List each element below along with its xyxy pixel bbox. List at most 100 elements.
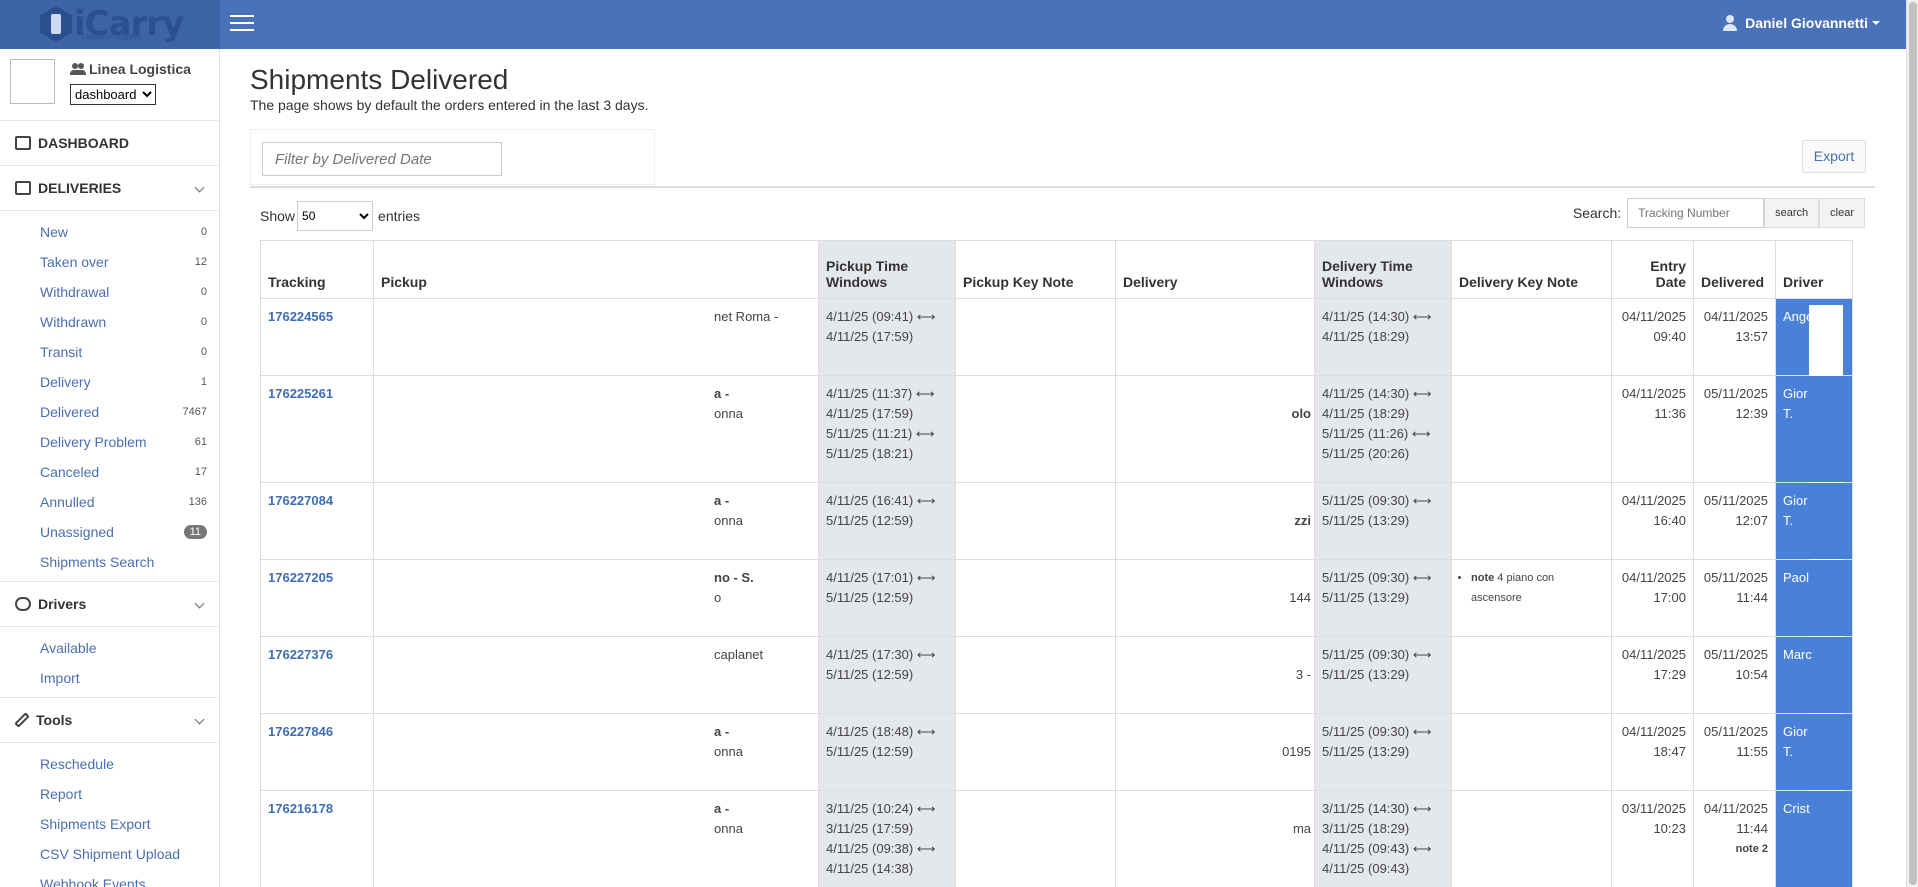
delivery-cell: zzi	[1115, 482, 1315, 560]
table-header-row: Tracking Pickup Pickup Time Windows Pick…	[260, 240, 1853, 299]
col-delivery-time-windows[interactable]: Delivery Time Windows	[1314, 240, 1452, 299]
col-pickup[interactable]: Pickup	[373, 240, 819, 299]
col-driver[interactable]: Driver	[1775, 240, 1853, 299]
table-row[interactable]: 176225261 a - onna 4/11/25 (11:37) ⟷ 4/11…	[260, 375, 1853, 483]
nav-dashboard-label: DASHBOARD	[38, 135, 129, 151]
time-line: 5/11/25 (12:59)	[826, 667, 914, 682]
tracking-cell: 176227846	[260, 713, 374, 791]
sidebar-item-delivery[interactable]: Delivery 1	[0, 367, 219, 397]
table-row[interactable]: 176227376 caplanet 4/11/25 (17:30) ⟷ 5/11…	[260, 636, 1853, 714]
sidebar-item-taken-over[interactable]: Taken over 12	[0, 247, 219, 277]
tracking-link[interactable]: 176227846	[268, 724, 333, 739]
sidebar-item-new[interactable]: New 0	[0, 217, 219, 247]
dashboard-select[interactable]: dashboard	[70, 84, 156, 105]
nav-tools-label: Tools	[36, 712, 73, 728]
sidebar-item-withdrawn[interactable]: Withdrawn 0	[0, 307, 219, 337]
user-menu[interactable]: Daniel Giovannetti	[1723, 15, 1880, 31]
sidebar-item-unassigned[interactable]: Unassigned 11	[0, 517, 219, 547]
col-tracking[interactable]: Tracking	[260, 240, 374, 299]
table-row[interactable]: 176227205 no - S. o 4/11/25 (17:01) ⟷ 5/1…	[260, 559, 1853, 637]
clear-button[interactable]: clear	[1819, 198, 1865, 228]
sidebar-item-delivered[interactable]: Delivered 7467	[0, 397, 219, 427]
user-name: Daniel Giovannetti	[1745, 15, 1868, 31]
delivery-address: zzi	[1294, 513, 1311, 528]
col-pickup-time-windows[interactable]: Pickup Time Windows	[818, 240, 956, 299]
tracking-link[interactable]: 176227205	[268, 570, 333, 585]
menu-toggle-icon[interactable]	[230, 15, 254, 33]
delivery-key-note-cell	[1451, 298, 1612, 376]
driver-name: Gior	[1783, 493, 1808, 508]
entry-date: 04/11/2025	[1621, 647, 1686, 662]
sidebar-item-available[interactable]: Available	[0, 633, 219, 663]
sidebar-item-csv-upload[interactable]: CSV Shipment Upload	[0, 839, 219, 869]
note-title: note	[1471, 572, 1495, 584]
sidebar-item-label: Shipments Search	[40, 554, 155, 570]
profile-section: Linea Logistica dashboard	[0, 49, 219, 121]
nav-deliveries[interactable]: DELIVERIES	[0, 166, 219, 211]
sidebar-item-transit[interactable]: Transit 0	[0, 337, 219, 367]
delivery-time-windows-cell: 3/11/25 (14:30) ⟷ 3/11/25 (18:29) 4/11/25 …	[1314, 790, 1452, 887]
sidebar-item-label: Withdrawn	[40, 314, 107, 330]
tracking-link[interactable]: 176227376	[268, 647, 333, 662]
tracking-search-input[interactable]	[1627, 198, 1765, 228]
sidebar-item-shipments-search[interactable]: Shipments Search	[0, 547, 219, 577]
entries-select[interactable]: 50	[297, 201, 374, 231]
sidebar-item-annulled[interactable]: Annulled 136	[0, 487, 219, 517]
delivered-date: 05/11/2025	[1703, 386, 1768, 401]
table-row[interactable]: 176216178 a - onna 3/11/25 (10:24) ⟷ 3/11…	[260, 790, 1853, 887]
sidebar-item-label: Annulled	[40, 494, 95, 510]
col-delivery-key-note[interactable]: Delivery Key Note	[1451, 240, 1612, 299]
driver-cell: Crist	[1775, 790, 1853, 887]
tracking-link[interactable]: 176227084	[268, 493, 333, 508]
time-line: 5/11/25 (11:21) ⟷	[826, 426, 935, 441]
search-button[interactable]: search	[1764, 198, 1820, 228]
sidebar-item-shipments-export[interactable]: Shipments Export	[0, 809, 219, 839]
pickup-time-windows-cell: 4/11/25 (17:30) ⟷ 5/11/25 (12:59)	[818, 636, 956, 714]
count-badge: 0	[200, 346, 207, 358]
entry-date: 04/11/2025	[1621, 309, 1686, 324]
col-entry-date[interactable]: Entry Date	[1611, 240, 1694, 299]
time-line: 5/11/25 (13:29)	[1322, 513, 1410, 528]
nav-dashboard[interactable]: DASHBOARD	[0, 121, 219, 166]
tracking-link[interactable]: 176224565	[268, 309, 333, 324]
col-delivery[interactable]: Delivery	[1115, 240, 1315, 299]
delivered-date-filter-input[interactable]	[262, 142, 502, 176]
delivery-cell: 0195	[1115, 713, 1315, 791]
sidebar-item-delivery-problem[interactable]: Delivery Problem 61	[0, 427, 219, 457]
tracking-link[interactable]: 176216178	[268, 801, 333, 816]
sidebar-item-import[interactable]: Import	[0, 663, 219, 693]
pickup-key-note-cell	[955, 559, 1116, 637]
delivery-key-note-cell: note 4 piano con ascensore	[1451, 559, 1612, 637]
col-delivered[interactable]: Delivered	[1693, 240, 1776, 299]
sidebar-item-withdrawal[interactable]: Withdrawal 0	[0, 277, 219, 307]
sidebar-item-report[interactable]: Report	[0, 779, 219, 809]
table-row[interactable]: 176227084 a - onna 4/11/25 (16:41) ⟷ 5/11…	[260, 482, 1853, 560]
count-badge: 17	[194, 466, 207, 478]
table-row[interactable]: 176224565 net Roma - 4/11/25 (09:41) ⟷ 4/…	[260, 298, 1853, 875]
time-line: 4/11/25 (17:59)	[826, 406, 914, 421]
entry-date: 04/11/2025	[1621, 493, 1686, 508]
sidebar-item-webhook-events[interactable]: Webhook Events	[0, 869, 219, 887]
entry-date-cell: 04/11/2025 16:40	[1611, 482, 1694, 560]
sidebar-item-reschedule[interactable]: Reschedule	[0, 749, 219, 779]
time-line: 5/11/25 (13:29)	[1322, 590, 1410, 605]
tracking-link[interactable]: 176225261	[268, 386, 333, 401]
pickup-key-note-cell	[955, 482, 1116, 560]
delivery-time-windows-cell: 5/11/25 (09:30) ⟷ 5/11/25 (13:29)	[1314, 636, 1452, 714]
sidebar-item-canceled[interactable]: Canceled 17	[0, 457, 219, 487]
nav-drivers[interactable]: Drivers	[0, 582, 219, 627]
export-button[interactable]: Export	[1802, 140, 1866, 173]
delivery-cell: 3 -	[1115, 636, 1315, 714]
nav-tools[interactable]: Tools	[0, 698, 219, 743]
delivery-cell: 144	[1115, 559, 1315, 637]
entries-label: entries	[378, 208, 421, 224]
page-scrollbar[interactable]	[1906, 0, 1918, 887]
driver-name: Gior	[1783, 724, 1808, 739]
delivery-key-note-cell	[1451, 713, 1612, 791]
count-badge: 136	[188, 496, 207, 508]
scrollbar-thumb[interactable]	[1909, 2, 1917, 885]
table-row[interactable]: 176227846 a - onna 4/11/25 (18:48) ⟷ 5/11…	[260, 713, 1853, 791]
sidebar: Linea Logistica dashboard DASHBOARD DELI…	[0, 49, 220, 887]
time-line: 4/11/25 (14:30) ⟷	[1322, 309, 1432, 324]
col-pickup-key-note[interactable]: Pickup Key Note	[955, 240, 1116, 299]
